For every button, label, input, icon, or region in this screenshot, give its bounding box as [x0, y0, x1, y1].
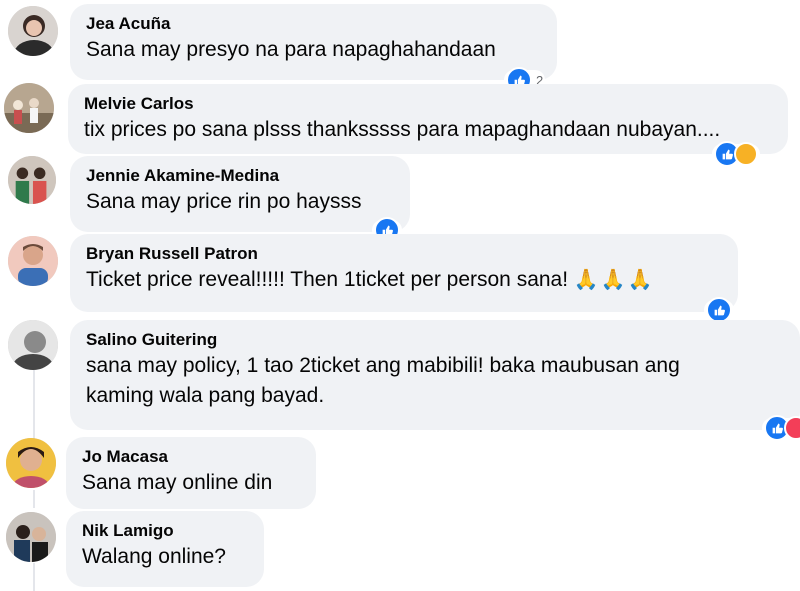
comment-author[interactable]: Jea Acuña — [86, 13, 543, 35]
comment-author[interactable]: Jo Macasa — [82, 446, 302, 468]
comment-author[interactable]: Jennie Akamine-Medina — [86, 165, 396, 187]
comment-bubble: Jennie Akamine-Medina Sana may price rin… — [70, 156, 410, 232]
avatar[interactable] — [8, 320, 58, 370]
comment-bubble: Jea Acuña Sana may presyo na para napagh… — [70, 4, 557, 80]
thread-line — [33, 365, 35, 445]
comment-bubble: Bryan Russell Patron Ticket price reveal… — [70, 234, 738, 312]
reaction-summary[interactable] — [762, 415, 800, 441]
comment-text: Sana may price rin po haysss — [86, 190, 362, 213]
reaction-summary[interactable] — [712, 141, 760, 167]
reaction-summary[interactable] — [704, 297, 734, 323]
comment-text-wrap: Ticket price reveal!!!!! Then 1ticket pe… — [86, 265, 724, 295]
haha-icon — [734, 142, 758, 166]
comment-text: Walang online? — [82, 545, 226, 568]
comment-author[interactable]: Bryan Russell Patron — [86, 243, 724, 265]
comment-author[interactable]: Nik Lamigo — [82, 520, 250, 542]
avatar[interactable] — [8, 236, 58, 286]
comment-text: Ticket price reveal!!!!! Then 1ticket pe… — [86, 268, 574, 291]
comment-bubble: Salino Guitering sana may policy, 1 tao … — [70, 320, 800, 430]
comment-text: Sana may presyo na para napaghahandaan — [86, 38, 496, 61]
comment-bubble: Melvie Carlos tix prices po sana plsss t… — [68, 84, 788, 154]
comment-author[interactable]: Melvie Carlos — [84, 93, 774, 115]
comment-bubble: Nik Lamigo Walang online? — [66, 511, 264, 587]
thread-line — [33, 490, 35, 508]
comment-author[interactable]: Salino Guitering — [86, 329, 786, 351]
folded-hands-emoji: 🙏🙏🙏 — [573, 269, 655, 291]
avatar[interactable] — [6, 438, 56, 488]
comment-text: sana may policy, 1 tao 2ticket ang mabib… — [86, 354, 680, 407]
thread-line — [33, 563, 35, 591]
comment-text: Sana may online din — [82, 471, 273, 494]
comment-bubble: Jo Macasa Sana may online din — [66, 437, 316, 509]
avatar[interactable] — [4, 83, 54, 133]
avatar[interactable] — [6, 512, 56, 562]
avatar[interactable] — [8, 6, 58, 56]
avatar[interactable] — [8, 156, 56, 204]
comment-text: tix prices po sana plsss thanksssss para… — [84, 118, 721, 141]
